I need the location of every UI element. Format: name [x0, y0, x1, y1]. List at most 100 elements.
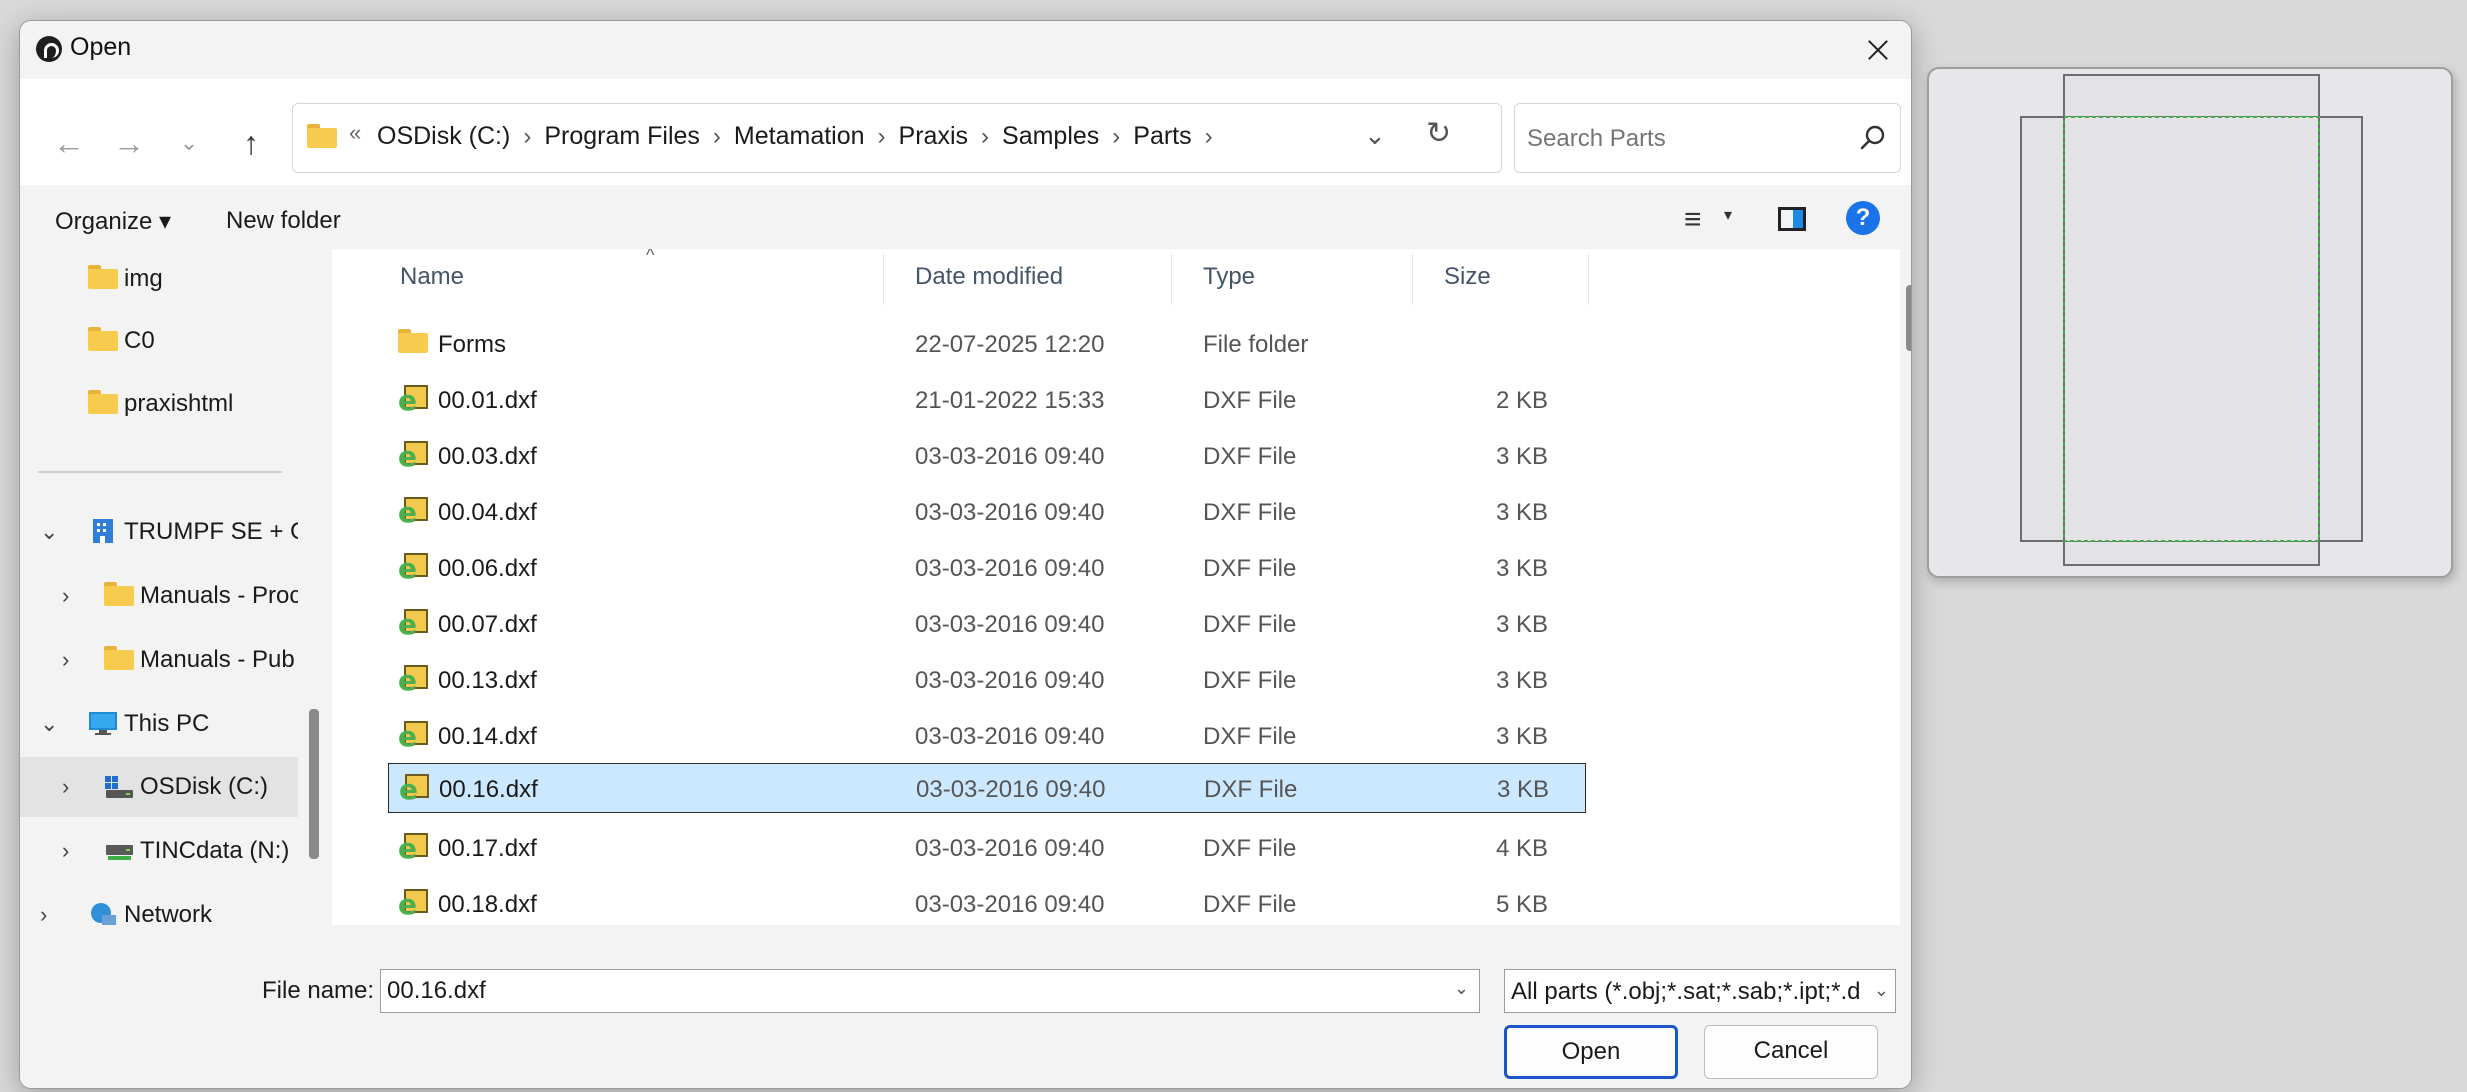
back-arrow-icon[interactable]: ← [49, 125, 89, 165]
chevron-down-icon[interactable]: ⌄ [1869, 980, 1889, 1001]
up-arrow-icon[interactable]: ↑ [231, 125, 271, 165]
breadcrumb-item[interactable]: Metamation [734, 122, 865, 151]
sidebar-item-network[interactable]: › Network [20, 885, 298, 925]
sidebar-item-label: Manuals - Proc [140, 582, 298, 609]
file-date: 21-01-2022 15:33 [915, 387, 1105, 414]
breadcrumb-item[interactable]: OSDisk (C:) [377, 122, 510, 151]
address-bar[interactable]: « OSDisk (C:) › Program Files › Metamati… [292, 103, 1502, 173]
refresh-icon[interactable]: ↻ [1426, 116, 1451, 151]
list-item-selected[interactable]: 00.16.dxf 03-03-2016 09:40 DXF File 3 KB [388, 763, 1586, 813]
file-name-combobox[interactable]: ⌄ [380, 969, 1480, 1013]
sidebar-item-img[interactable]: img [20, 249, 298, 309]
column-header-date[interactable]: Date modified [915, 263, 1063, 291]
file-date: 03-03-2016 09:40 [915, 611, 1105, 638]
breadcrumb-chevron-icon[interactable]: › [713, 123, 721, 151]
new-folder-button[interactable]: New folder [226, 207, 341, 235]
column-header-size[interactable]: Size [1444, 263, 1491, 291]
sidebar-item-label: TRUMPF SE + Co [124, 518, 298, 545]
sidebar-item-label: OSDisk (C:) [140, 773, 268, 800]
file-name-label: File name: [262, 977, 375, 1004]
column-divider[interactable] [1171, 253, 1172, 305]
chevron-down-icon[interactable]: ⌄ [40, 711, 58, 737]
recent-locations-chevron-icon[interactable]: ⌄ [169, 125, 209, 165]
organize-menu[interactable]: Organize ▾ [55, 207, 171, 236]
preview-pane-icon[interactable] [1778, 207, 1806, 231]
building-icon [93, 519, 113, 543]
breadcrumb-chevron-icon[interactable]: › [1205, 123, 1213, 151]
file-type-filter-select[interactable]: All parts (*.obj;*.sat;*.sab;*.ipt;*.d ⌄ [1504, 969, 1896, 1013]
breadcrumb-chevron-icon[interactable]: › [981, 123, 989, 151]
file-type: DXF File [1203, 555, 1297, 582]
chevron-right-icon[interactable]: › [62, 583, 69, 609]
list-item[interactable]: 00.03.dxf 03-03-2016 09:40 DXF File 3 KB [388, 431, 1586, 481]
breadcrumb: OSDisk (C:) › Program Files › Metamation… [377, 122, 1226, 151]
search-box[interactable] [1514, 103, 1901, 173]
dxf-file-icon [398, 721, 428, 751]
list-item[interactable]: 00.14.dxf 03-03-2016 09:40 DXF File 3 KB [388, 711, 1586, 761]
file-name-input[interactable] [387, 976, 1437, 1006]
file-type: DXF File [1203, 387, 1297, 414]
dxf-file-icon [398, 889, 428, 919]
sidebar-item-trumpf[interactable]: ⌄ TRUMPF SE + Co [20, 502, 298, 562]
column-divider[interactable] [883, 253, 884, 305]
dxf-file-icon [398, 497, 428, 527]
list-item[interactable]: 00.04.dxf 03-03-2016 09:40 DXF File 3 KB [388, 487, 1586, 537]
sidebar-item-manuals-pub[interactable]: › Manuals - Pub [20, 630, 298, 690]
list-item[interactable]: 00.06.dxf 03-03-2016 09:40 DXF File 3 KB [388, 543, 1586, 593]
open-button[interactable]: Open [1504, 1025, 1678, 1079]
sidebar-scrollbar-thumb[interactable] [309, 709, 319, 859]
chevron-right-icon[interactable]: › [62, 647, 69, 673]
breadcrumb-chevron-icon[interactable]: › [523, 123, 531, 151]
network-icon [91, 903, 116, 925]
view-list-icon[interactable]: ≡ [1684, 205, 1702, 235]
list-item[interactable]: Forms 22-07-2025 12:20 File folder [388, 319, 1586, 369]
breadcrumb-item[interactable]: Samples [1002, 122, 1099, 151]
sidebar-item-manuals-proc[interactable]: › Manuals - Proc [20, 566, 298, 626]
search-icon[interactable] [1859, 124, 1887, 152]
forward-arrow-icon[interactable]: → [109, 125, 149, 165]
sidebar-item-this-pc[interactable]: ⌄ This PC [20, 694, 298, 754]
close-button[interactable] [1841, 21, 1911, 79]
sidebar-item-tincdata[interactable]: › TINCdata (N:) [20, 821, 298, 881]
dxf-file-icon [398, 833, 428, 863]
list-item[interactable]: 00.07.dxf 03-03-2016 09:40 DXF File 3 KB [388, 599, 1586, 649]
column-header-name[interactable]: Name [400, 263, 464, 291]
open-file-dialog: Open ← → ⌄ ↑ « OSDisk (C:) › Program Fil… [19, 20, 1912, 1089]
search-input[interactable] [1527, 122, 1847, 156]
help-icon[interactable]: ? [1846, 201, 1880, 235]
file-size: 4 KB [1495, 835, 1548, 862]
file-size: 3 KB [1495, 667, 1548, 694]
file-size: 3 KB [1495, 723, 1548, 750]
cancel-button[interactable]: Cancel [1704, 1025, 1878, 1079]
column-divider[interactable] [1412, 253, 1413, 305]
chevron-right-icon[interactable]: › [62, 774, 69, 800]
address-dropdown-icon[interactable]: ⌄ [1364, 120, 1386, 151]
list-item[interactable]: 00.17.dxf 03-03-2016 09:40 DXF File 4 KB [388, 823, 1586, 873]
breadcrumb-item[interactable]: Program Files [544, 122, 700, 151]
breadcrumb-chevron-icon[interactable]: › [878, 123, 886, 151]
breadcrumb-overflow[interactable]: « [349, 120, 361, 146]
sidebar-item-c0[interactable]: C0 [20, 311, 298, 371]
list-item[interactable]: 00.18.dxf 03-03-2016 09:40 DXF File 5 KB [388, 879, 1586, 925]
file-list-scrollbar[interactable] [1900, 249, 1911, 925]
sidebar-item-osdisk[interactable]: › OSDisk (C:) [20, 757, 298, 817]
file-name: 00.04.dxf [438, 499, 537, 526]
sidebar-scrollbar[interactable] [305, 249, 323, 925]
sidebar-item-praxishtml[interactable]: praxishtml [20, 374, 298, 434]
chevron-down-icon[interactable]: ⌄ [1454, 978, 1469, 999]
file-list-scrollbar-thumb[interactable] [1906, 285, 1911, 351]
breadcrumb-item[interactable]: Praxis [899, 122, 968, 151]
list-item[interactable]: 00.01.dxf 21-01-2022 15:33 DXF File 2 KB [388, 375, 1586, 425]
column-divider[interactable] [1588, 253, 1589, 305]
breadcrumb-item[interactable]: Parts [1133, 122, 1191, 151]
chevron-right-icon[interactable]: › [62, 838, 69, 864]
monitor-icon [89, 712, 117, 735]
list-item[interactable]: 00.13.dxf 03-03-2016 09:40 DXF File 3 KB [388, 655, 1586, 705]
chevron-right-icon[interactable]: › [40, 902, 47, 925]
chevron-down-icon[interactable]: ⌄ [40, 519, 58, 545]
view-options-caret-icon[interactable]: ▾ [1724, 205, 1732, 225]
breadcrumb-chevron-icon[interactable]: › [1112, 123, 1120, 151]
sidebar-item-label: Network [124, 901, 213, 925]
dialog-title: Open [70, 33, 132, 61]
column-header-type[interactable]: Type [1203, 263, 1255, 291]
